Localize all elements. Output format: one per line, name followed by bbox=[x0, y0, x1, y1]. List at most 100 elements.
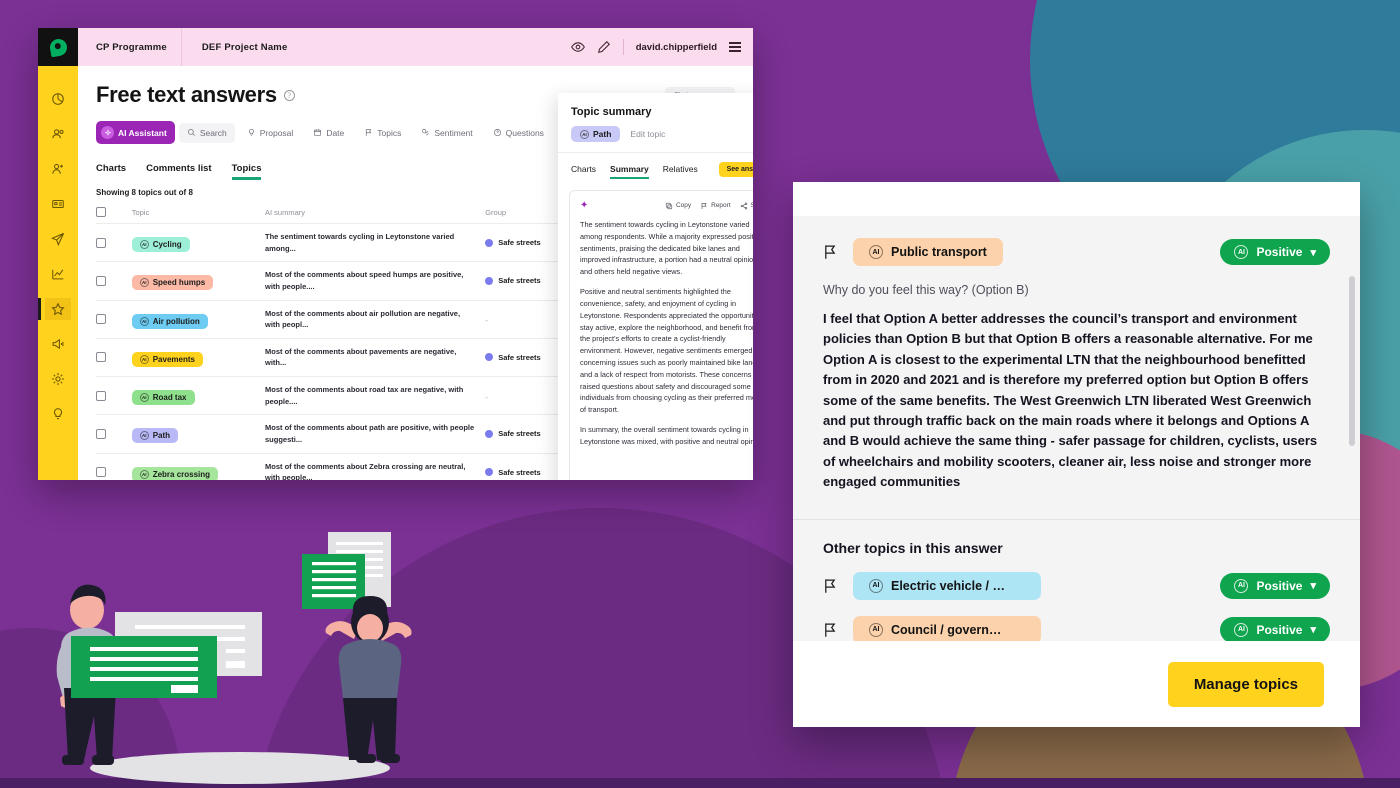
tab-topics[interactable]: Topics bbox=[231, 159, 261, 180]
row-select-cell[interactable] bbox=[96, 299, 132, 339]
copy-icon bbox=[665, 202, 673, 209]
row-checkbox[interactable] bbox=[96, 390, 106, 401]
row-select-cell[interactable] bbox=[96, 261, 132, 300]
edit-topic-link[interactable]: Edit topic bbox=[630, 129, 665, 139]
row-checkbox[interactable] bbox=[96, 467, 106, 478]
header-divider bbox=[622, 39, 624, 55]
other-topic-pill[interactable]: AI Electric vehicle / … bbox=[853, 571, 1041, 600]
row-checkbox[interactable] bbox=[96, 352, 106, 363]
topic-pill[interactable]: AI Cycling bbox=[131, 237, 190, 253]
sidebar-item-favourites[interactable] bbox=[38, 298, 71, 320]
filter-search[interactable]: Search bbox=[178, 122, 235, 143]
row-select-cell[interactable] bbox=[96, 375, 132, 415]
topic-pill[interactable]: AI Road tax bbox=[131, 390, 195, 406]
flag-icon[interactable] bbox=[823, 578, 837, 594]
report-button[interactable]: Report bbox=[700, 202, 731, 210]
main-topic-pill[interactable]: AI Public transport bbox=[853, 238, 1003, 266]
topic-pill[interactable]: AI Path bbox=[131, 428, 179, 444]
group-dot-icon bbox=[485, 468, 494, 477]
gear-icon bbox=[52, 373, 64, 385]
sidebar-item-id-card[interactable] bbox=[45, 193, 71, 215]
app-window: CP Programme DEF Project Name david.chip… bbox=[38, 28, 753, 480]
row-checkbox[interactable] bbox=[96, 314, 106, 325]
sidebar-item-user-add[interactable] bbox=[45, 158, 71, 180]
ai-badge-icon: AI bbox=[869, 578, 883, 593]
topic-label: Path bbox=[152, 431, 171, 441]
answer-panel-scroll-area[interactable]: AI Public transport AI Positive ▾ Why do… bbox=[793, 216, 1360, 641]
summary-tab-charts[interactable]: Charts bbox=[571, 164, 596, 179]
summary-tab-relatives[interactable]: Relatives bbox=[663, 164, 698, 179]
flag-icon[interactable] bbox=[823, 622, 837, 638]
question-icon bbox=[493, 129, 501, 136]
sentiment-dropdown[interactable]: AI Positive ▾ bbox=[1220, 572, 1330, 599]
row-select-cell[interactable] bbox=[96, 414, 132, 453]
manage-topics-button[interactable]: Manage topics bbox=[1167, 661, 1324, 707]
ai-summary-text: Most of the comments about road tax are … bbox=[265, 385, 464, 406]
ai-badge-icon: AI bbox=[139, 240, 149, 250]
select-all-checkbox[interactable] bbox=[96, 207, 106, 217]
sidebar-item-announcements[interactable] bbox=[45, 333, 71, 355]
sidebar-item-send[interactable] bbox=[45, 228, 71, 250]
row-checkbox[interactable] bbox=[96, 275, 106, 286]
row-checkbox[interactable] bbox=[96, 428, 106, 439]
topic-label: Zebra crossing bbox=[152, 469, 211, 479]
row-checkbox[interactable] bbox=[96, 237, 106, 248]
filter-date[interactable]: Date bbox=[305, 123, 352, 143]
pencil-icon[interactable] bbox=[597, 40, 611, 54]
filter-proposal[interactable]: Proposal bbox=[239, 123, 302, 143]
row-select-cell[interactable] bbox=[96, 452, 132, 480]
sentiment-label: Positive bbox=[1256, 622, 1303, 637]
sidebar-item-analytics[interactable] bbox=[45, 263, 71, 285]
user-add-icon bbox=[52, 163, 63, 174]
topic-pill[interactable]: AI Zebra crossing bbox=[131, 466, 219, 480]
summary-card: ✦ Copy Report Share bbox=[569, 190, 753, 480]
ai-summary-text: Most of the comments about speed humps a… bbox=[265, 270, 464, 291]
header-select-all[interactable] bbox=[96, 203, 132, 224]
user-name[interactable]: david.chipperfield bbox=[636, 42, 717, 53]
topic-pill[interactable]: AI Air pollution bbox=[131, 313, 208, 329]
filter-topics[interactable]: Topics bbox=[356, 123, 409, 143]
row-select-cell[interactable] bbox=[96, 222, 132, 262]
breadcrumb-programme[interactable]: CP Programme bbox=[90, 42, 181, 53]
summary-tab-summary[interactable]: Summary bbox=[610, 164, 649, 179]
sentiment-dropdown[interactable]: AI Positive ▾ bbox=[1220, 239, 1330, 265]
ai-badge-icon: AI bbox=[139, 431, 149, 441]
filter-ai-assistant-label: AI Assistant bbox=[118, 127, 167, 138]
see-answers-button[interactable]: See answers bbox=[718, 162, 753, 177]
answer-panel-footer: Manage topics bbox=[793, 641, 1360, 727]
group-label: Safe streets bbox=[498, 429, 541, 439]
flag-icon[interactable] bbox=[823, 244, 837, 260]
app-logo[interactable] bbox=[38, 28, 78, 66]
eye-icon[interactable] bbox=[570, 40, 585, 54]
ai-badge-icon: AI bbox=[139, 354, 149, 364]
line-chart-icon bbox=[52, 269, 64, 280]
id-card-icon bbox=[52, 199, 64, 209]
sentiment-dropdown[interactable]: AI Positive ▾ bbox=[1220, 616, 1330, 641]
sidebar-item-pie-chart[interactable] bbox=[45, 88, 71, 110]
group-empty: - bbox=[485, 392, 488, 402]
share-button[interactable]: Share bbox=[740, 202, 753, 210]
other-topic-pill[interactable]: AI Council / govern… bbox=[853, 615, 1041, 641]
filter-date-label: Date bbox=[326, 127, 345, 138]
sidebar-item-insights[interactable] bbox=[45, 403, 71, 425]
filter-sentiment[interactable]: Sentiment bbox=[413, 123, 480, 143]
filter-questions[interactable]: Questions bbox=[485, 123, 552, 143]
tab-charts[interactable]: Charts bbox=[96, 159, 126, 180]
info-icon[interactable]: ? bbox=[283, 89, 295, 101]
tab-comments-list[interactable]: Comments list bbox=[146, 159, 211, 180]
lightbulb-icon bbox=[248, 129, 254, 136]
filter-ai-assistant[interactable]: AI Assistant bbox=[96, 121, 175, 144]
breadcrumb-project[interactable]: DEF Project Name bbox=[196, 42, 302, 53]
summary-topic-pill[interactable]: AI Path bbox=[571, 126, 621, 142]
sidebar-item-settings[interactable] bbox=[45, 368, 71, 390]
hamburger-menu-icon[interactable] bbox=[729, 42, 741, 52]
topic-pill[interactable]: AI Pavements bbox=[131, 351, 203, 367]
group-label: Safe streets bbox=[498, 352, 541, 362]
filter-questions-label: Questions bbox=[505, 127, 544, 138]
sidebar-item-users[interactable] bbox=[45, 123, 71, 145]
vertical-scrollbar[interactable] bbox=[1349, 276, 1355, 446]
copy-button[interactable]: Copy bbox=[665, 202, 691, 210]
row-select-cell[interactable] bbox=[96, 337, 132, 377]
chevron-down-icon: ▾ bbox=[1310, 624, 1316, 637]
topic-pill[interactable]: AI Speed humps bbox=[131, 275, 214, 291]
